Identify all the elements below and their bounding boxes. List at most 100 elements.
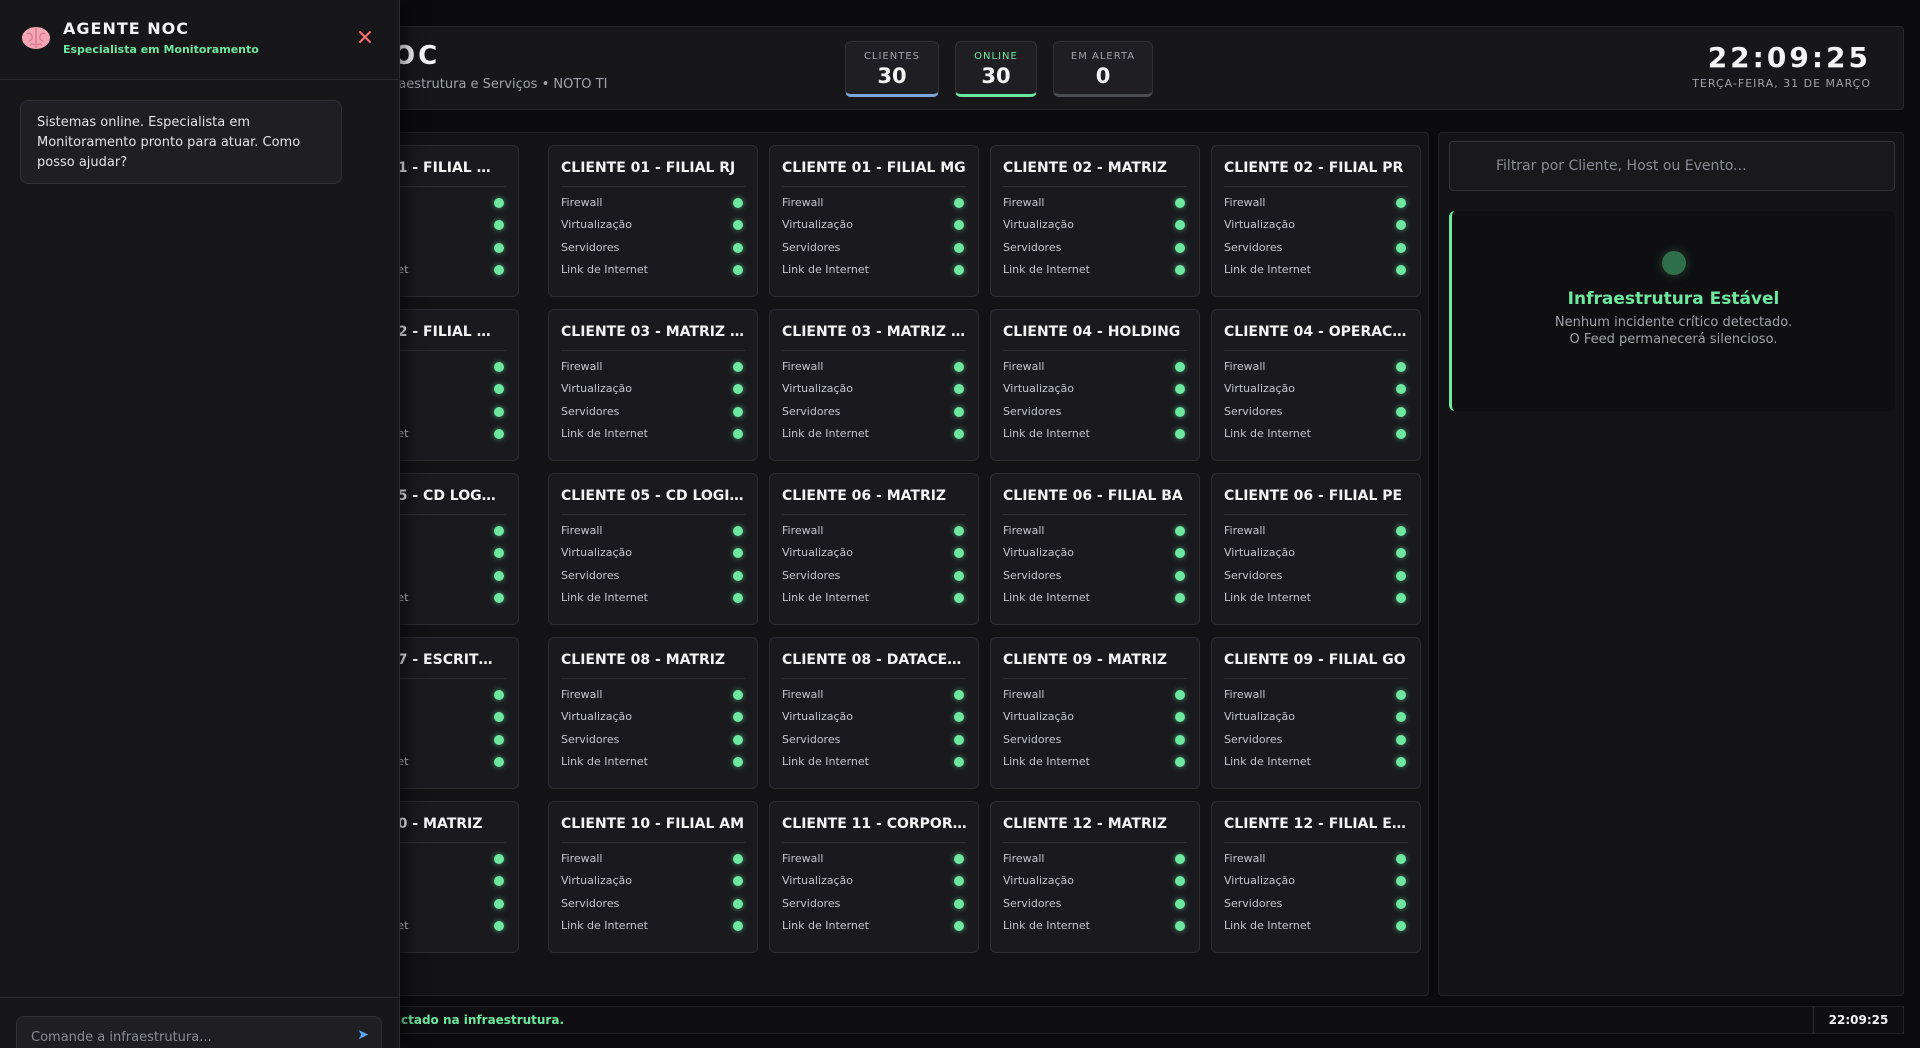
service-label: Virtualização bbox=[782, 382, 854, 395]
card-divider bbox=[386, 350, 506, 351]
service-label: Servidores bbox=[1224, 733, 1283, 746]
service-row: Virtualização bbox=[1224, 216, 1408, 234]
card-divider bbox=[1003, 350, 1187, 351]
card-divider bbox=[1003, 842, 1187, 843]
card-divider bbox=[386, 514, 506, 515]
service-label: Virtualização bbox=[1224, 546, 1296, 559]
service-label: Firewall bbox=[561, 688, 603, 701]
service-label: Firewall bbox=[782, 196, 824, 209]
service-row: Link de Internet bbox=[561, 589, 745, 607]
service-label: Link de Internet bbox=[782, 427, 869, 440]
client-card[interactable]: CLIENTE 04 - HOLDING Firewall Virtualizaçã… bbox=[990, 309, 1200, 461]
client-card[interactable]: CLIENTE 09 - MATRIZ Firewall Virtualização… bbox=[990, 637, 1200, 789]
client-card[interactable]: CLIENTE 01 - FILIAL RJ Firewall Virtualiza… bbox=[548, 145, 758, 297]
service-row: Link de Internet bbox=[1224, 589, 1408, 607]
client-card-title: CLIENTE 04 - OPERACOE... bbox=[1224, 324, 1412, 340]
service-row: Servidores bbox=[782, 403, 966, 421]
service-label: Servidores bbox=[1003, 241, 1062, 254]
header-clock: 22:09:25 bbox=[1707, 41, 1871, 74]
client-card-title: CLIENTE 12 - MATRIZ bbox=[1003, 816, 1168, 832]
service-row: Link de Internet bbox=[1224, 261, 1408, 279]
service-label: Link de Internet bbox=[782, 263, 869, 276]
card-divider bbox=[1224, 514, 1408, 515]
service-row: Servidores bbox=[561, 895, 745, 913]
client-card[interactable]: CLIENTE 12 - MATRIZ Firewall Virtualização… bbox=[990, 801, 1200, 953]
service-row bbox=[386, 194, 506, 212]
card-divider bbox=[386, 678, 506, 679]
command-input[interactable] bbox=[31, 1027, 331, 1047]
status-dot-icon bbox=[1396, 429, 1406, 439]
client-card-title: CLIENTE 01 - FILIAL RJ bbox=[561, 160, 736, 176]
status-dot-icon bbox=[733, 526, 743, 536]
service-label: Virtualização bbox=[1003, 710, 1075, 723]
status-dot-icon bbox=[733, 921, 743, 931]
status-dot-icon bbox=[494, 757, 504, 767]
status-dot-icon bbox=[1396, 265, 1406, 275]
client-card[interactable]: CLIENTE 02 - MATRIZ Firewall Virtualização… bbox=[990, 145, 1200, 297]
service-label: Link de Internet bbox=[782, 755, 869, 768]
client-card[interactable]: CLIENTE 02 - FILIAL PR Firewall Virtualiza… bbox=[1211, 145, 1421, 297]
service-row: o bbox=[386, 708, 506, 726]
client-card[interactable]: CLIENTE 03 - MATRIZ N... Firewall Virtuali… bbox=[769, 309, 979, 461]
send-icon[interactable]: ➤ bbox=[357, 1027, 369, 1043]
service-label: Servidores bbox=[782, 405, 841, 418]
client-card-title: CLIENTE 02 - FILIAL PR bbox=[1224, 160, 1404, 176]
status-dot-icon bbox=[954, 899, 964, 909]
status-dot-icon bbox=[1175, 690, 1185, 700]
service-row: Firewall bbox=[561, 686, 745, 704]
status-dot-icon bbox=[494, 712, 504, 722]
client-card[interactable]: CLIENTE 12 - FILIAL EXP... Firewall Virtua… bbox=[1211, 801, 1421, 953]
client-card[interactable]: CLIENTE 09 - FILIAL GO Firewall Virtualiza… bbox=[1211, 637, 1421, 789]
service-row: Servidores bbox=[561, 239, 745, 257]
service-row: Firewall bbox=[1224, 194, 1408, 212]
card-divider bbox=[561, 514, 745, 515]
service-row: Servidores bbox=[1224, 403, 1408, 421]
client-card[interactable]: CLIENTE 08 - MATRIZ Firewall Virtualização… bbox=[548, 637, 758, 789]
service-row: Virtualização bbox=[561, 544, 745, 562]
service-row: Link de Internet bbox=[782, 753, 966, 771]
client-card[interactable]: CLIENTE 11 - CORPORATI... Firewall Virtual… bbox=[769, 801, 979, 953]
status-ticker: ctado na infraestrutura. 22:09:25 bbox=[384, 1006, 1904, 1034]
service-label: Firewall bbox=[561, 852, 603, 865]
status-dot-icon bbox=[954, 571, 964, 581]
feed-filter-input[interactable] bbox=[1449, 141, 1895, 191]
status-dot-icon bbox=[733, 876, 743, 886]
status-dot-icon bbox=[494, 593, 504, 603]
client-card[interactable]: CLIENTE 06 - FILIAL PE Firewall Virtualiza… bbox=[1211, 473, 1421, 625]
service-label: Link de Internet bbox=[1224, 755, 1311, 768]
service-row: o bbox=[386, 872, 506, 890]
status-dot-icon bbox=[733, 384, 743, 394]
agent-noc-panel: AGENTE NOC Especialista em Monitoramento… bbox=[0, 0, 400, 1048]
service-label: Virtualização bbox=[1224, 710, 1296, 723]
service-label: Firewall bbox=[1224, 524, 1266, 537]
card-divider bbox=[561, 678, 745, 679]
client-card-title: CLIENTE 08 - MATRIZ bbox=[561, 652, 726, 668]
client-card[interactable]: CLIENTE 06 - MATRIZ Firewall Virtualização… bbox=[769, 473, 979, 625]
status-dot-icon bbox=[494, 876, 504, 886]
status-dot-icon bbox=[954, 854, 964, 864]
status-dot-icon bbox=[494, 198, 504, 208]
client-card[interactable]: CLIENTE 03 - MATRIZ SUL Firewall Virtualiz… bbox=[548, 309, 758, 461]
client-card[interactable]: CLIENTE 05 - CD LOGIST... Firewall Virtual… bbox=[548, 473, 758, 625]
client-card[interactable]: CLIENTE 08 - DATACENT... Firewall Virtuali… bbox=[769, 637, 979, 789]
close-icon[interactable] bbox=[356, 28, 374, 46]
service-label: Firewall bbox=[1003, 360, 1045, 373]
service-label: Virtualização bbox=[1003, 382, 1075, 395]
stat-clients-value: 30 bbox=[877, 64, 907, 88]
service-row: o bbox=[386, 544, 506, 562]
status-dot-icon bbox=[494, 362, 504, 372]
card-divider bbox=[1224, 186, 1408, 187]
service-row: Firewall bbox=[561, 522, 745, 540]
service-label: Virtualização bbox=[782, 874, 854, 887]
status-dot-icon bbox=[1175, 854, 1185, 864]
service-label: Virtualização bbox=[561, 874, 633, 887]
client-card[interactable]: CLIENTE 10 - FILIAL AM Firewall Virtualiza… bbox=[548, 801, 758, 953]
service-row: Servidores bbox=[782, 567, 966, 585]
service-row: Virtualização bbox=[782, 872, 966, 890]
service-label: Servidores bbox=[782, 241, 841, 254]
client-card[interactable]: CLIENTE 01 - FILIAL MG Firewall Virtualiza… bbox=[769, 145, 979, 297]
client-card[interactable]: CLIENTE 04 - OPERACOE... Firewall Virtuali… bbox=[1211, 309, 1421, 461]
service-label: Virtualização bbox=[561, 382, 633, 395]
client-card[interactable]: CLIENTE 06 - FILIAL BA Firewall Virtualiza… bbox=[990, 473, 1200, 625]
service-row: Firewall bbox=[1003, 850, 1187, 868]
